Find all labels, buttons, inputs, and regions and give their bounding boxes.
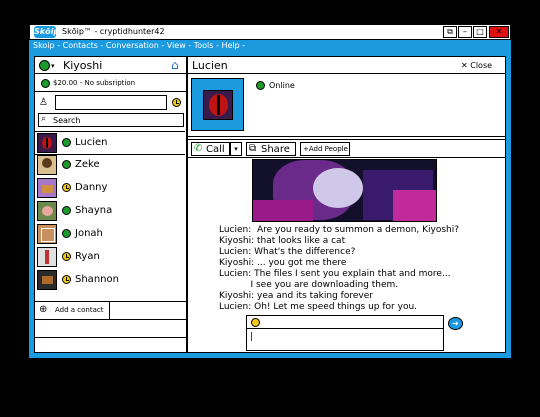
- add-user-icon: ⊕: [39, 304, 48, 315]
- balance-text: $20.00 - No subsription: [53, 79, 136, 87]
- contact-name: Shayna: [75, 205, 113, 216]
- contact-item[interactable]: Shannon: [35, 269, 185, 291]
- window-title: Skōip™ - cryptidhunter42: [62, 27, 165, 36]
- message-line: Kiyoshi: that looks like a cat: [219, 236, 346, 246]
- add-contact-button[interactable]: ⊕ Add a contact: [35, 302, 110, 319]
- menu-help[interactable]: Help: [221, 41, 239, 50]
- avatar: [37, 247, 57, 267]
- contact-name: Shannon: [75, 274, 119, 285]
- app-logo: Skōip: [34, 26, 60, 38]
- contact-item[interactable]: Zeke: [35, 154, 185, 176]
- status-online-icon: [62, 229, 71, 238]
- status-online-icon: [62, 160, 71, 169]
- call-dropdown-button[interactable]: ▾: [230, 142, 242, 156]
- app-window: Skōip Skōip™ - cryptidhunter42 ⧉ – □ ✕ S…: [29, 24, 511, 358]
- share-icon: ⧉: [249, 143, 257, 154]
- contact-item[interactable]: Lucien: [35, 131, 185, 155]
- shared-image[interactable]: [252, 159, 437, 222]
- user-header: ▾ Kiyoshi ⌂: [35, 57, 186, 74]
- profile-picture: [191, 78, 244, 131]
- contact-name: Danny: [75, 182, 108, 193]
- menu-bar: Skoip - Contacts - Conversation - View -…: [33, 41, 246, 50]
- dial-input[interactable]: [55, 95, 167, 110]
- message-line: Kiyoshi: yea and its taking forever: [219, 291, 373, 301]
- conversation-title: Lucien: [192, 59, 228, 72]
- send-button[interactable]: ➔: [448, 317, 463, 330]
- contact-item[interactable]: Jonah: [35, 223, 185, 245]
- profile-area: Online: [188, 75, 505, 137]
- contact-item[interactable]: Shayna: [35, 200, 185, 222]
- message-compose: |: [246, 315, 444, 351]
- call-label: Call: [206, 144, 225, 155]
- restore-button[interactable]: ⧉: [443, 26, 457, 38]
- status-online-icon: [62, 206, 71, 215]
- search-icon: ⌕: [41, 114, 47, 124]
- avatar: [37, 133, 57, 153]
- message-line: Lucien: The files I sent you explain tha…: [219, 269, 451, 279]
- user-status-icon[interactable]: [39, 60, 50, 71]
- status-away-icon: [62, 252, 71, 261]
- maximize-button[interactable]: □: [473, 26, 487, 38]
- avatar: [37, 155, 57, 175]
- contact-name: Jonah: [75, 228, 103, 239]
- title-bar: Skōip Skōip™ - cryptidhunter42 ⧉ – □ ✕: [29, 24, 511, 40]
- avatar: [37, 201, 57, 221]
- avatar: [37, 270, 57, 290]
- contact-item[interactable]: Danny: [35, 177, 185, 199]
- message-line: I see you are downloading them.: [219, 280, 399, 290]
- profile-status: Online: [269, 81, 295, 90]
- status-away-icon: [62, 275, 71, 284]
- send-icon: ➔: [452, 319, 459, 328]
- contact-item[interactable]: Ryan: [35, 246, 185, 268]
- message-line: Lucien: Are you ready to summon a demon,…: [219, 225, 460, 235]
- add-people-button[interactable]: +Add People: [300, 142, 350, 156]
- contact-name: Ryan: [75, 251, 100, 262]
- chevron-down-icon[interactable]: ▾: [51, 62, 55, 70]
- call-toolbar: ✆ Call ▾ ⧉ Share +Add People: [188, 139, 505, 158]
- phone-icon: ✆: [194, 143, 203, 154]
- home-icon[interactable]: ⌂: [171, 58, 179, 72]
- message-line: Kiyoshi: ... you got me there: [219, 258, 347, 268]
- emoji-icon[interactable]: [251, 318, 260, 327]
- contact-name: Zeke: [75, 159, 100, 170]
- menu-skoip[interactable]: Skoip: [33, 41, 55, 50]
- message-line: Lucien: Oh! Let me speed things up for y…: [219, 302, 418, 312]
- contact-name: Lucien: [75, 137, 108, 148]
- menu-contacts[interactable]: Contacts: [63, 41, 98, 50]
- close-conversation-button[interactable]: ✕ Close: [461, 61, 492, 70]
- person-icon[interactable]: ♙: [39, 97, 48, 108]
- credit-icon: [41, 79, 50, 88]
- status-online-icon: [62, 138, 71, 147]
- avatar: [37, 178, 57, 198]
- chevron-down-icon: ▾: [234, 145, 238, 153]
- menu-conversation[interactable]: Conversation: [106, 41, 159, 50]
- minimize-button[interactable]: –: [458, 26, 472, 38]
- call-button[interactable]: ✆ Call: [191, 142, 230, 156]
- message-input[interactable]: |: [250, 332, 253, 342]
- conversation-panel: Lucien ✕ Close Online ✆ Call ▾ ⧉ Share +…: [187, 56, 506, 353]
- search-input[interactable]: ⌕ Search: [38, 113, 184, 127]
- share-label: Share: [261, 144, 290, 155]
- avatar: [37, 224, 57, 244]
- share-button[interactable]: ⧉ Share: [246, 142, 296, 156]
- contacts-footer: ⊕ Add a contact: [35, 301, 186, 320]
- close-label: Close: [470, 61, 493, 70]
- add-contact-label: Add a contact: [55, 306, 104, 314]
- close-window-button[interactable]: ✕: [489, 26, 509, 38]
- search-placeholder: Search: [53, 116, 81, 125]
- balance-row: $20.00 - No subsription: [35, 75, 186, 92]
- contacts-panel: ▾ Kiyoshi ⌂ $20.00 - No subsription ♙ ⌕ …: [34, 56, 187, 353]
- message-line: Lucien: What's the difference?: [219, 247, 356, 257]
- status-online-icon: [256, 81, 265, 90]
- conversation-header: Lucien ✕ Close: [188, 57, 505, 74]
- compose-toolbar: [247, 316, 443, 329]
- menu-tools[interactable]: Tools: [194, 41, 214, 50]
- user-name: Kiyoshi: [63, 59, 103, 72]
- status-away-icon: [62, 183, 71, 192]
- history-icon[interactable]: [172, 98, 181, 107]
- menu-view[interactable]: View: [167, 41, 186, 50]
- footer-slot: [35, 320, 186, 338]
